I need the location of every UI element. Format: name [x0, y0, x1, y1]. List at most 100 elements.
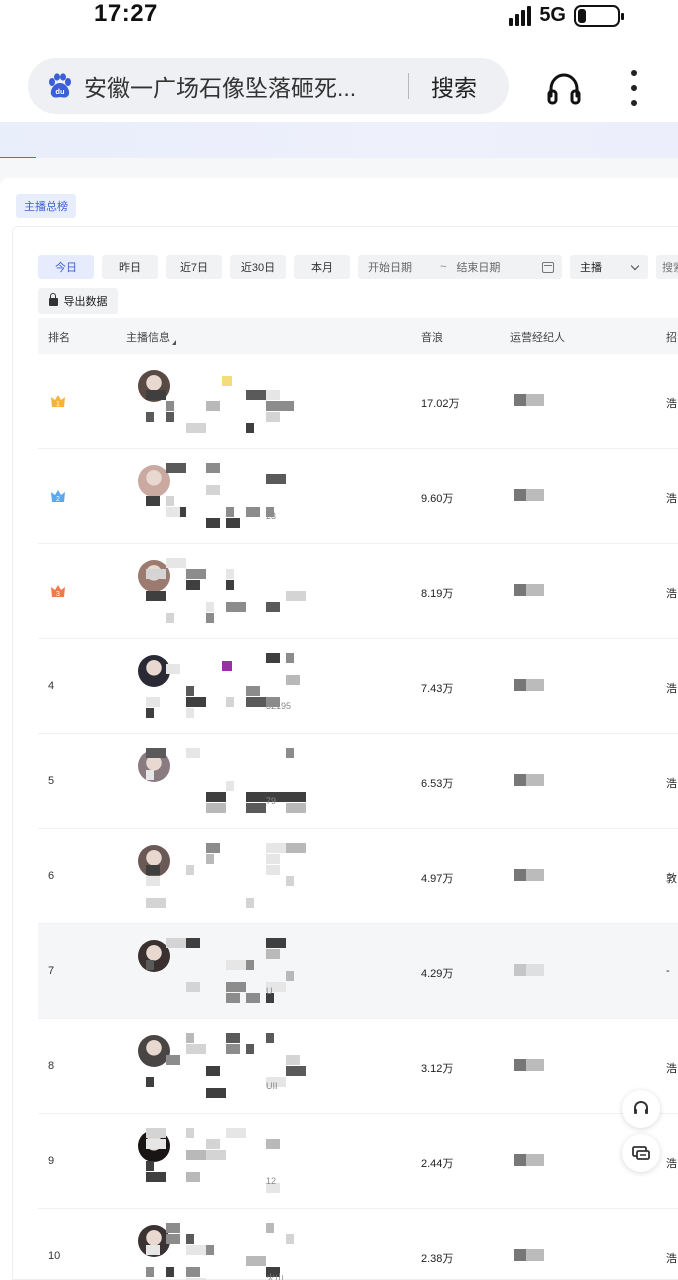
search-type-select[interactable]: 主播 [570, 255, 648, 279]
rank-number: 10 [48, 1250, 61, 1262]
agent-name-redacted [514, 869, 544, 881]
battery-icon [574, 4, 624, 27]
tab-anchor-ranking[interactable]: 主播总榜 [16, 194, 76, 218]
sound-wave-value: 2.38万 [421, 1253, 454, 1265]
anchor-id-fragment: 79 [266, 796, 277, 806]
agent-name-redacted [514, 774, 544, 786]
start-date-field[interactable]: 开始日期 [368, 259, 412, 275]
table-row[interactable]: 4 32195 7.43万 浩 [38, 639, 678, 734]
agent-name-redacted [514, 1249, 544, 1261]
agent-name-redacted [514, 1059, 544, 1071]
calendar-icon[interactable] [542, 261, 554, 273]
search-divider [408, 73, 409, 99]
anchor-id-fragment: 火山 [266, 1273, 285, 1280]
date-range-separator: ~ [440, 261, 447, 273]
anchor-id-fragment: 12 [266, 1176, 277, 1186]
agent-name-redacted [514, 489, 544, 501]
anchor-info-redacted [146, 843, 306, 909]
anchor-info-redacted: U [146, 938, 306, 1004]
table-row[interactable]: 7 U 4.29万 - [38, 924, 678, 1019]
filter-yesterday-button[interactable]: 昨日 [102, 255, 158, 279]
col-anchor-info[interactable]: 主播信息 [126, 329, 176, 345]
signal-icon [509, 5, 532, 26]
recruiter-name: 浩 [666, 1063, 677, 1075]
browser-toolbar: du 安徽一广场石像坠落砸死... 搜索 [0, 50, 678, 122]
filter-today-button[interactable]: 今日 [38, 255, 94, 279]
agent-name-redacted [514, 964, 544, 976]
sound-wave-value: 4.97万 [421, 873, 454, 885]
more-menu-icon[interactable] [624, 70, 644, 106]
table-row[interactable]: 1 17.02万 浩 [38, 354, 678, 449]
sound-wave-value: 17.02万 [421, 398, 460, 410]
anchor-info-redacted: 32195 [146, 653, 306, 719]
sound-wave-value: 9.60万 [421, 493, 454, 505]
date-range-picker[interactable]: 开始日期 ~ 结束日期 [358, 255, 562, 279]
table-row[interactable]: 10 火山 2.38万 浩 [38, 1209, 678, 1280]
lock-icon [48, 293, 58, 306]
search-type-value: 主播 [580, 262, 602, 274]
crown-rank-number: 1 [56, 401, 60, 408]
headphone-icon[interactable] [546, 72, 582, 106]
customer-service-button[interactable] [622, 1090, 660, 1128]
rank-number: 4 [48, 680, 55, 692]
message-button[interactable] [622, 1134, 660, 1172]
chevron-down-icon [630, 261, 640, 270]
crown-icon: 3 [51, 585, 65, 598]
headset-icon [634, 1100, 648, 1114]
recruiter-name: 浩 [666, 1158, 677, 1170]
col-rank: 排名 [48, 332, 70, 344]
network-type: 5G [539, 4, 566, 26]
sound-wave-value: 7.43万 [421, 683, 454, 695]
rank-number: 8 [48, 1060, 55, 1072]
table-header: 排名 主播信息 音浪 运营经纪人 招 [38, 318, 678, 354]
end-date-field[interactable]: 结束日期 [456, 259, 500, 275]
anchor-info-redacted: UII [146, 1033, 306, 1099]
table-row[interactable]: 9 12 2.44万 浩 [38, 1114, 678, 1209]
col-agent: 运营经纪人 [510, 332, 565, 344]
agent-name-redacted [514, 584, 544, 596]
sound-wave-value: 6.53万 [421, 778, 454, 790]
sound-wave-value: 8.19万 [421, 588, 454, 600]
table-row[interactable]: 5 79 6.53万 浩 [38, 734, 678, 829]
status-bar: 17:27 5G [0, 0, 678, 34]
table-row[interactable]: 8 UII 3.12万 浩 [38, 1019, 678, 1114]
sound-wave-value: 3.12万 [421, 1063, 454, 1075]
anchor-info-redacted: 火山 [146, 1223, 306, 1280]
status-time: 17:27 [94, 0, 158, 27]
search-query-text[interactable]: 安徽一广场石像坠落砸死... [84, 69, 388, 103]
anchor-id-fragment: 32195 [266, 701, 292, 711]
search-bar[interactable]: du 安徽一广场石像坠落砸死... 搜索 [28, 58, 509, 114]
sort-icon[interactable] [172, 340, 176, 345]
col-sound-waves: 音浪 [421, 332, 443, 344]
recruiter-name: 浩 [666, 588, 677, 600]
filter-month-button[interactable]: 本月 [294, 255, 350, 279]
agent-name-redacted [514, 679, 544, 691]
chat-icon [632, 1146, 650, 1160]
anchor-search-input[interactable]: 搜索 [656, 255, 678, 279]
recruiter-name: 浩 [666, 778, 677, 790]
table-row[interactable]: 6 4.97万 敦 [38, 829, 678, 924]
filter-30days-button[interactable]: 近30日 [230, 255, 286, 279]
table-row[interactable]: 2 23 9.60万 浩 [38, 449, 678, 544]
table-row[interactable]: 3 8.19万 浩 [38, 544, 678, 639]
sound-wave-value: 2.44万 [421, 1158, 454, 1170]
anchor-info-redacted [146, 558, 306, 624]
anchor-id-fragment: 23 [266, 511, 277, 521]
page-top-band [0, 122, 678, 158]
svg-text:du: du [55, 87, 65, 96]
filter-7days-button[interactable]: 近7日 [166, 255, 222, 279]
crown-rank-number: 2 [56, 496, 60, 503]
recruiter-name: 敦 [666, 873, 677, 885]
status-indicators: 5G [509, 4, 624, 27]
export-data-button[interactable]: 导出数据 [38, 288, 118, 314]
anchor-info-redacted: 12 [146, 1128, 306, 1194]
search-button[interactable]: 搜索 [431, 69, 477, 103]
recruiter-name: - [666, 965, 670, 977]
col-recruiter: 招 [666, 332, 677, 344]
rank-number: 9 [48, 1155, 55, 1167]
sound-wave-value: 4.29万 [421, 968, 454, 980]
rank-number: 5 [48, 775, 55, 787]
anchor-info-redacted: 23 [146, 463, 306, 529]
agent-name-redacted [514, 394, 544, 406]
filter-bar: 今日 昨日 近7日 近30日 本月 开始日期 ~ 结束日期 主播 搜索 [38, 254, 678, 280]
